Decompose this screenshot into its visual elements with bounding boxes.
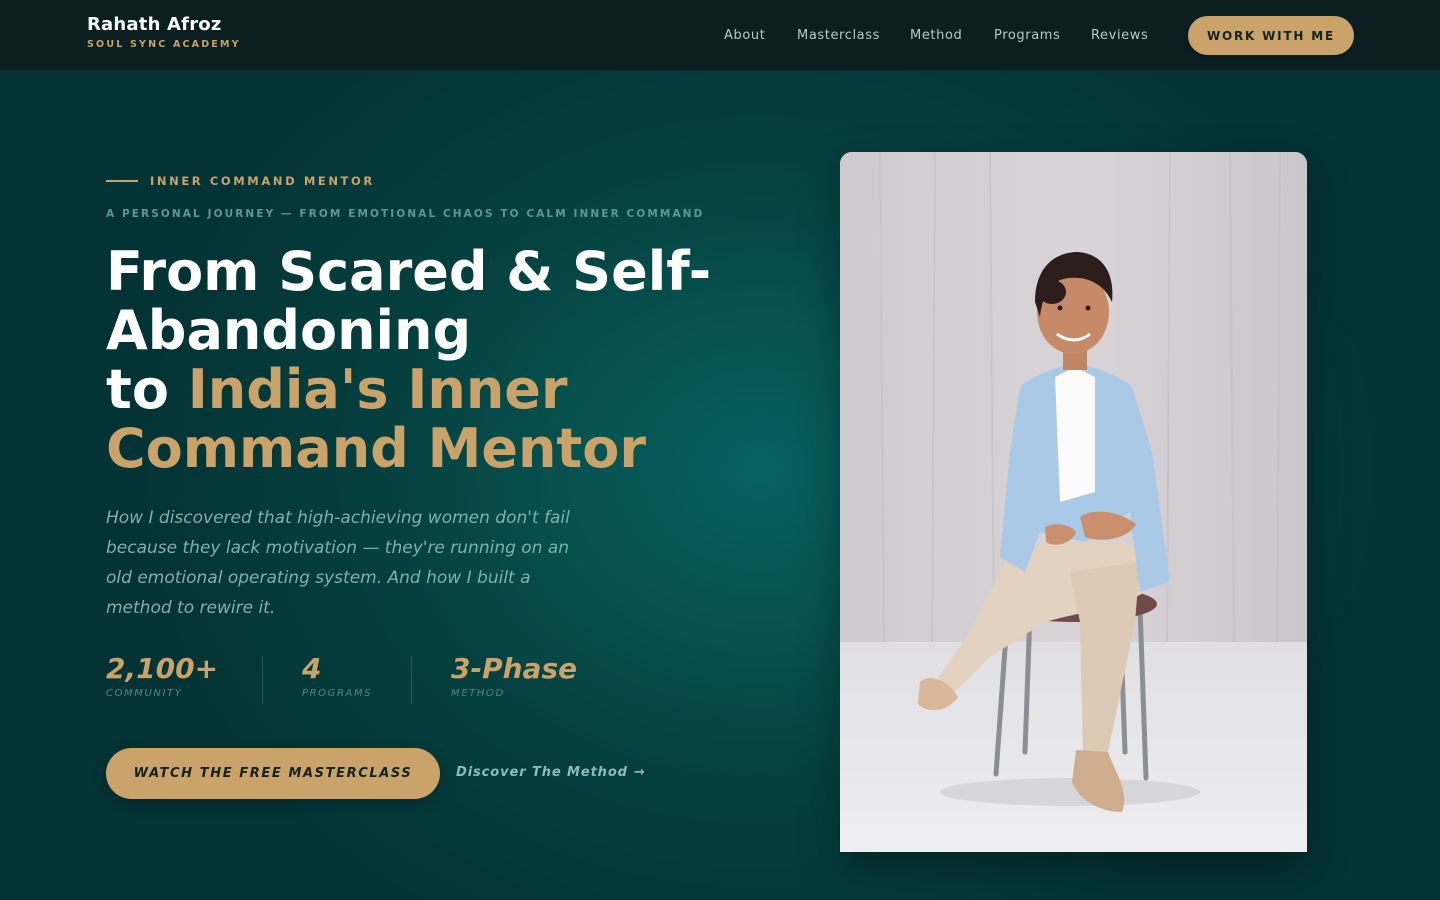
nav-link-method[interactable]: Method [910,28,962,43]
eyebrow-divider [106,180,138,182]
hero-kicker: A PERSONAL JOURNEY — FROM EMOTIONAL CHAO… [106,208,705,220]
stat-value: 4 [302,652,322,685]
nav-link-about[interactable]: About [724,28,765,43]
discover-method-label: Discover The Method [456,765,628,780]
top-navigation-bar: Rahath Afroz SOUL SYNC ACADEMY About Mas… [0,0,1440,71]
stat-value: 3-Phase [451,652,578,685]
headline-line-3-highlight: India's Inner [187,358,568,421]
stat-programs: 4 PROGRAMS [302,652,372,699]
mentor-portrait-photo [840,152,1307,852]
nav-link-masterclass[interactable]: Masterclass [797,28,880,43]
discover-method-link[interactable]: Discover The Method → [456,765,646,780]
watch-masterclass-button[interactable]: WATCH THE FREE MASTERCLASS [106,748,440,799]
nav-link-reviews[interactable]: Reviews [1091,28,1148,43]
headline-line-4-highlight: Command Mentor [106,417,646,480]
stat-label: PROGRAMS [302,688,373,699]
arrow-right-icon: → [633,765,646,780]
brand-subtitle: SOUL SYNC ACADEMY [87,39,241,50]
stat-divider [411,656,412,704]
headline-line-2: Abandoning [106,299,472,362]
hero-description: How I discovered that high-achieving wom… [106,508,570,618]
headline-line-1: From Scared & Self- [106,240,712,303]
portrait-illustration [840,152,1307,852]
headline-line-3-prefix: to [106,358,188,421]
stat-divider [262,656,263,704]
stat-label: METHOD [451,688,505,699]
hero-headline: From Scared & Self- Abandoning to India'… [106,242,746,478]
stat-method: 3-Phase METHOD [451,652,577,699]
stat-value: 2,100+ [106,652,219,685]
brand-name[interactable]: Rahath Afroz [87,14,222,35]
work-with-me-button[interactable]: WORK WITH ME [1188,16,1354,55]
hero-eyebrow: INNER COMMAND MENTOR [150,174,375,188]
stat-label: COMMUNITY [106,688,183,699]
nav-link-programs[interactable]: Programs [994,28,1060,43]
stat-community: 2,100+ COMMUNITY [106,652,218,699]
